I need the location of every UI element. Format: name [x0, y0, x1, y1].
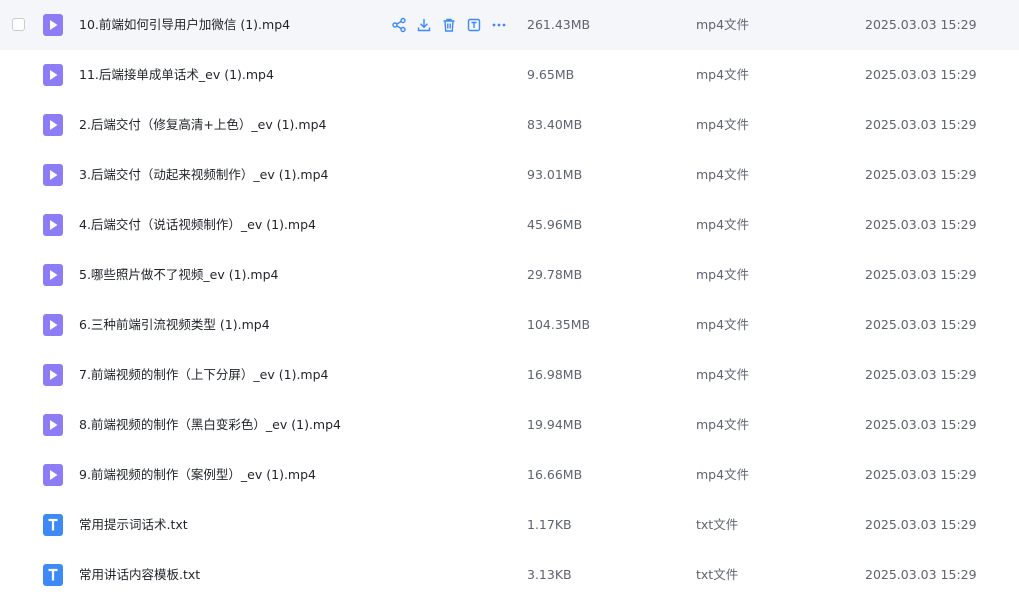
file-size: 1.17KB: [527, 517, 572, 532]
file-name[interactable]: 常用提示词话术.txt: [79, 500, 188, 550]
video-file-icon: [43, 314, 63, 336]
file-date: 2025.03.03 15:29: [865, 367, 977, 382]
file-type: mp4文件: [696, 267, 750, 282]
video-file-icon: [43, 264, 63, 286]
file-name[interactable]: 11.后端接单成单话术_ev (1).mp4: [79, 50, 274, 100]
file-date: 2025.03.03 15:29: [865, 17, 977, 32]
file-type: mp4文件: [696, 467, 750, 482]
file-row[interactable]: 常用讲话内容模板.txt 3.13KB txt文件 2025.03.03 15:…: [0, 550, 1019, 595]
file-size: 9.65MB: [527, 67, 575, 82]
video-file-icon: [43, 364, 63, 386]
file-date: 2025.03.03 15:29: [865, 267, 977, 282]
file-type: mp4文件: [696, 217, 750, 232]
file-size: 83.40MB: [527, 117, 583, 132]
video-file-icon: [43, 64, 63, 86]
file-type: mp4文件: [696, 17, 750, 32]
file-row[interactable]: 4.后端交付（说话视频制作）_ev (1).mp4 45.96MB mp4文件 …: [0, 200, 1019, 250]
file-date: 2025.03.03 15:29: [865, 317, 977, 332]
file-type: txt文件: [696, 567, 739, 582]
file-size: 3.13KB: [527, 567, 572, 582]
text-file-icon: [43, 514, 63, 536]
file-type: mp4文件: [696, 167, 750, 182]
video-file-icon: [43, 114, 63, 136]
file-row[interactable]: 11.后端接单成单话术_ev (1).mp4 9.65MB mp4文件 2025…: [0, 50, 1019, 100]
more-icon[interactable]: [491, 17, 507, 33]
file-name[interactable]: 10.前端如何引导用户加微信 (1).mp4: [79, 0, 290, 50]
file-name[interactable]: 4.后端交付（说话视频制作）_ev (1).mp4: [79, 200, 316, 250]
file-name[interactable]: 9.前端视频的制作（案例型）_ev (1).mp4: [79, 450, 316, 500]
file-size: 16.98MB: [527, 367, 583, 382]
file-name[interactable]: 5.哪些照片做不了视频_ev (1).mp4: [79, 250, 278, 300]
file-date: 2025.03.03 15:29: [865, 417, 977, 432]
file-size: 93.01MB: [527, 167, 583, 182]
file-type: mp4文件: [696, 67, 750, 82]
file-row[interactable]: 8.前端视频的制作（黑白变彩色）_ev (1).mp4 19.94MB mp4文…: [0, 400, 1019, 450]
file-type: txt文件: [696, 517, 739, 532]
file-type: mp4文件: [696, 117, 750, 132]
share-icon[interactable]: [391, 17, 407, 33]
file-row[interactable]: 3.后端交付（动起来视频制作）_ev (1).mp4 93.01MB mp4文件…: [0, 150, 1019, 200]
row-checkbox[interactable]: [12, 18, 25, 31]
file-name[interactable]: 8.前端视频的制作（黑白变彩色）_ev (1).mp4: [79, 400, 341, 450]
file-name[interactable]: 常用讲话内容模板.txt: [79, 550, 200, 595]
file-size: 19.94MB: [527, 417, 583, 432]
file-row[interactable]: 常用提示词话术.txt 1.17KB txt文件 2025.03.03 15:2…: [0, 500, 1019, 550]
file-name[interactable]: 7.前端视频的制作（上下分屏）_ev (1).mp4: [79, 350, 328, 400]
file-date: 2025.03.03 15:29: [865, 467, 977, 482]
row-action-bar: [391, 16, 516, 34]
file-date: 2025.03.03 15:29: [865, 567, 977, 582]
file-name[interactable]: 2.后端交付（修复高清+上色）_ev (1).mp4: [79, 100, 326, 150]
download-icon[interactable]: [416, 17, 432, 33]
file-name[interactable]: 6.三种前端引流视频类型 (1).mp4: [79, 300, 270, 350]
video-file-icon: [43, 14, 63, 36]
video-file-icon: [43, 414, 63, 436]
file-name[interactable]: 3.后端交付（动起来视频制作）_ev (1).mp4: [79, 150, 328, 200]
file-date: 2025.03.03 15:29: [865, 117, 977, 132]
file-size: 16.66MB: [527, 467, 583, 482]
file-type: mp4文件: [696, 367, 750, 382]
file-row[interactable]: 6.三种前端引流视频类型 (1).mp4 104.35MB mp4文件 2025…: [0, 300, 1019, 350]
file-size: 45.96MB: [527, 217, 583, 232]
file-list: 10.前端如何引导用户加微信 (1).mp4 261.43MB mp4文件 20…: [0, 0, 1019, 595]
file-date: 2025.03.03 15:29: [865, 67, 977, 82]
text-file-icon: [43, 564, 63, 586]
video-file-icon: [43, 464, 63, 486]
rename-icon[interactable]: [466, 17, 482, 33]
video-file-icon: [43, 214, 63, 236]
file-date: 2025.03.03 15:29: [865, 167, 977, 182]
file-row[interactable]: 10.前端如何引导用户加微信 (1).mp4 261.43MB mp4文件 20…: [0, 0, 1019, 50]
file-row[interactable]: 7.前端视频的制作（上下分屏）_ev (1).mp4 16.98MB mp4文件…: [0, 350, 1019, 400]
file-date: 2025.03.03 15:29: [865, 217, 977, 232]
file-type: mp4文件: [696, 417, 750, 432]
delete-icon[interactable]: [441, 17, 457, 33]
file-size: 104.35MB: [527, 317, 591, 332]
file-row[interactable]: 5.哪些照片做不了视频_ev (1).mp4 29.78MB mp4文件 202…: [0, 250, 1019, 300]
file-row[interactable]: 2.后端交付（修复高清+上色）_ev (1).mp4 83.40MB mp4文件…: [0, 100, 1019, 150]
file-size: 29.78MB: [527, 267, 583, 282]
video-file-icon: [43, 164, 63, 186]
file-type: mp4文件: [696, 317, 750, 332]
file-date: 2025.03.03 15:29: [865, 517, 977, 532]
file-size: 261.43MB: [527, 17, 591, 32]
file-row[interactable]: 9.前端视频的制作（案例型）_ev (1).mp4 16.66MB mp4文件 …: [0, 450, 1019, 500]
